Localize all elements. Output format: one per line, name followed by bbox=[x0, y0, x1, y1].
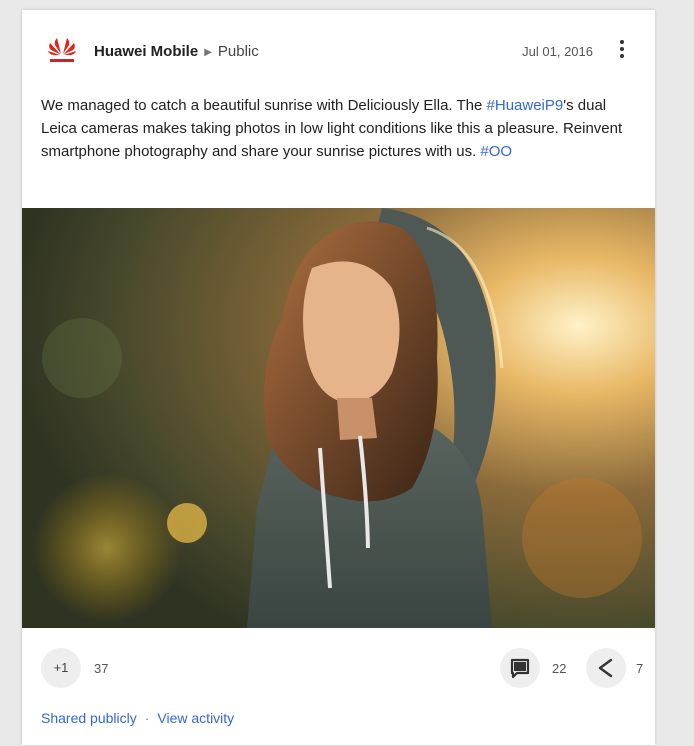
post-text-part1: We managed to catch a beautiful sunrise … bbox=[41, 97, 487, 114]
author-name[interactable]: Huawei Mobile bbox=[94, 43, 198, 60]
post-header: Huawei Mobile ▶ Public Jul 01, 2016 bbox=[22, 10, 655, 90]
comment-icon bbox=[510, 658, 530, 679]
share-count: 7 bbox=[636, 661, 644, 676]
hashtag-huaweip9[interactable]: #HuaweiP9 bbox=[487, 97, 564, 114]
view-activity-link[interactable]: View activity bbox=[157, 710, 234, 726]
more-vert-icon[interactable] bbox=[619, 40, 625, 60]
visibility-label: Public bbox=[217, 43, 259, 60]
post-photo[interactable] bbox=[22, 208, 655, 628]
plus-one-button[interactable]: +1 bbox=[41, 648, 81, 688]
post-card: Huawei Mobile ▶ Public Jul 01, 2016 We man… bbox=[22, 10, 655, 745]
action-bar: +1 37 22 7 bbox=[22, 628, 655, 698]
plus-one-count: 37 bbox=[94, 661, 109, 676]
post-date[interactable]: Jul 01, 2016 bbox=[522, 44, 593, 59]
comment-button[interactable] bbox=[500, 648, 540, 688]
shared-publicly-link[interactable]: Shared publicly bbox=[41, 710, 137, 726]
chevron-right-icon: ▶ bbox=[204, 47, 212, 58]
author-line: Huawei Mobile ▶ Public bbox=[94, 43, 259, 60]
share-icon bbox=[598, 658, 613, 678]
post-text: We managed to catch a beautiful sunrise … bbox=[41, 94, 631, 163]
hashtag-oo[interactable]: #OO bbox=[480, 143, 512, 160]
footer-separator: · bbox=[144, 710, 150, 726]
share-button[interactable] bbox=[586, 648, 626, 688]
comment-count: 22 bbox=[552, 661, 567, 676]
post-footer: Shared publicly · View activity bbox=[41, 710, 234, 726]
huawei-logo[interactable] bbox=[46, 35, 78, 67]
